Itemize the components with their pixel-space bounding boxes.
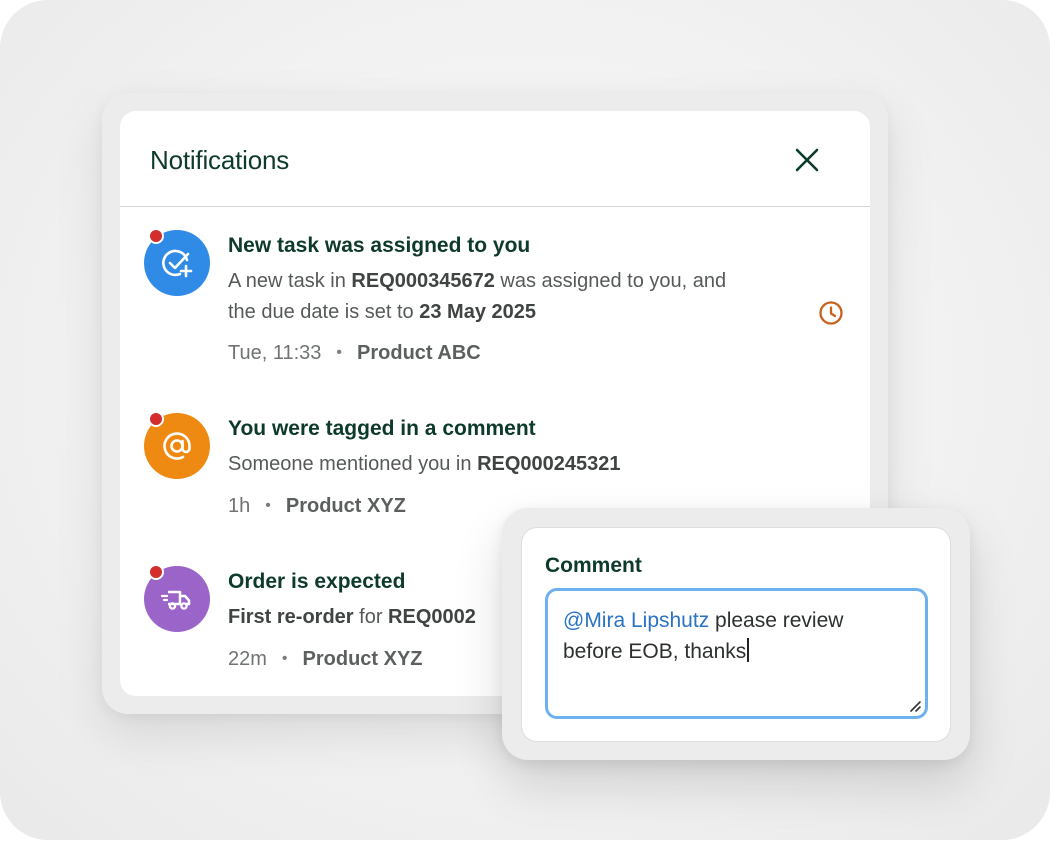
due-reminder-button[interactable] [817,299,845,327]
close-button[interactable] [788,143,826,177]
user-mention[interactable]: @Mira Lipshutz [563,609,709,632]
notification-meta: Tue, 11:33 • Product ABC [228,342,481,365]
body-text-bold: First re-order [228,606,354,628]
notification-title: You were tagged in a comment [228,417,536,440]
body-text: A new task in [228,270,352,292]
notifications-header: Notifications [120,111,870,207]
resize-handle-icon[interactable] [908,699,922,713]
comment-textarea[interactable]: @Mira Lipshutz please review before EOB,… [545,588,928,719]
body-text: for [353,606,389,628]
timestamp: 22m [228,648,267,670]
body-text: was assigned to you, and [494,270,727,292]
comment-text: please review [709,609,844,632]
notification-title: Order is expected [228,570,406,593]
separator: • [281,650,288,667]
unread-dot [148,228,164,244]
timestamp: Tue, 11:33 [228,342,322,364]
unread-dot [148,564,164,580]
separator: • [336,344,343,361]
clock-icon [819,301,843,325]
request-id: REQ000245321 [477,453,621,475]
comment-label: Comment [545,554,642,577]
comment-text: before EOB, thanks [563,640,747,663]
product-name: Product ABC [357,342,481,364]
task-check-add-icon [162,249,193,278]
body-text: the due date is set to [228,301,420,323]
request-id: REQ000345672 [351,270,495,292]
comment-card: Comment @Mira Lipshutz please review bef… [521,527,951,742]
delivery-truck-icon [160,590,191,610]
notification-meta: 22m • Product XYZ [228,648,423,671]
background-stage: Notifications New task was assigned to y… [0,0,1050,840]
timestamp: 1h [228,495,251,517]
notification-body: Someone mentioned you in REQ000245321 [228,449,818,480]
notification-body: A new task in REQ000345672 was assigned … [228,266,818,328]
text-caret [747,638,749,662]
request-id: REQ0002 [388,606,476,628]
product-name: Product XYZ [285,495,406,517]
notification-meta: 1h • Product XYZ [228,495,406,518]
body-text: Someone mentioned you in [228,453,478,475]
notification-title: New task was assigned to you [228,234,531,257]
due-date: 23 May 2025 [419,301,537,323]
close-icon [795,148,819,172]
product-name: Product XYZ [302,648,423,670]
panel-title: Notifications [150,145,290,175]
separator: • [265,497,271,514]
at-sign-icon [163,432,191,460]
unread-dot [148,411,164,427]
